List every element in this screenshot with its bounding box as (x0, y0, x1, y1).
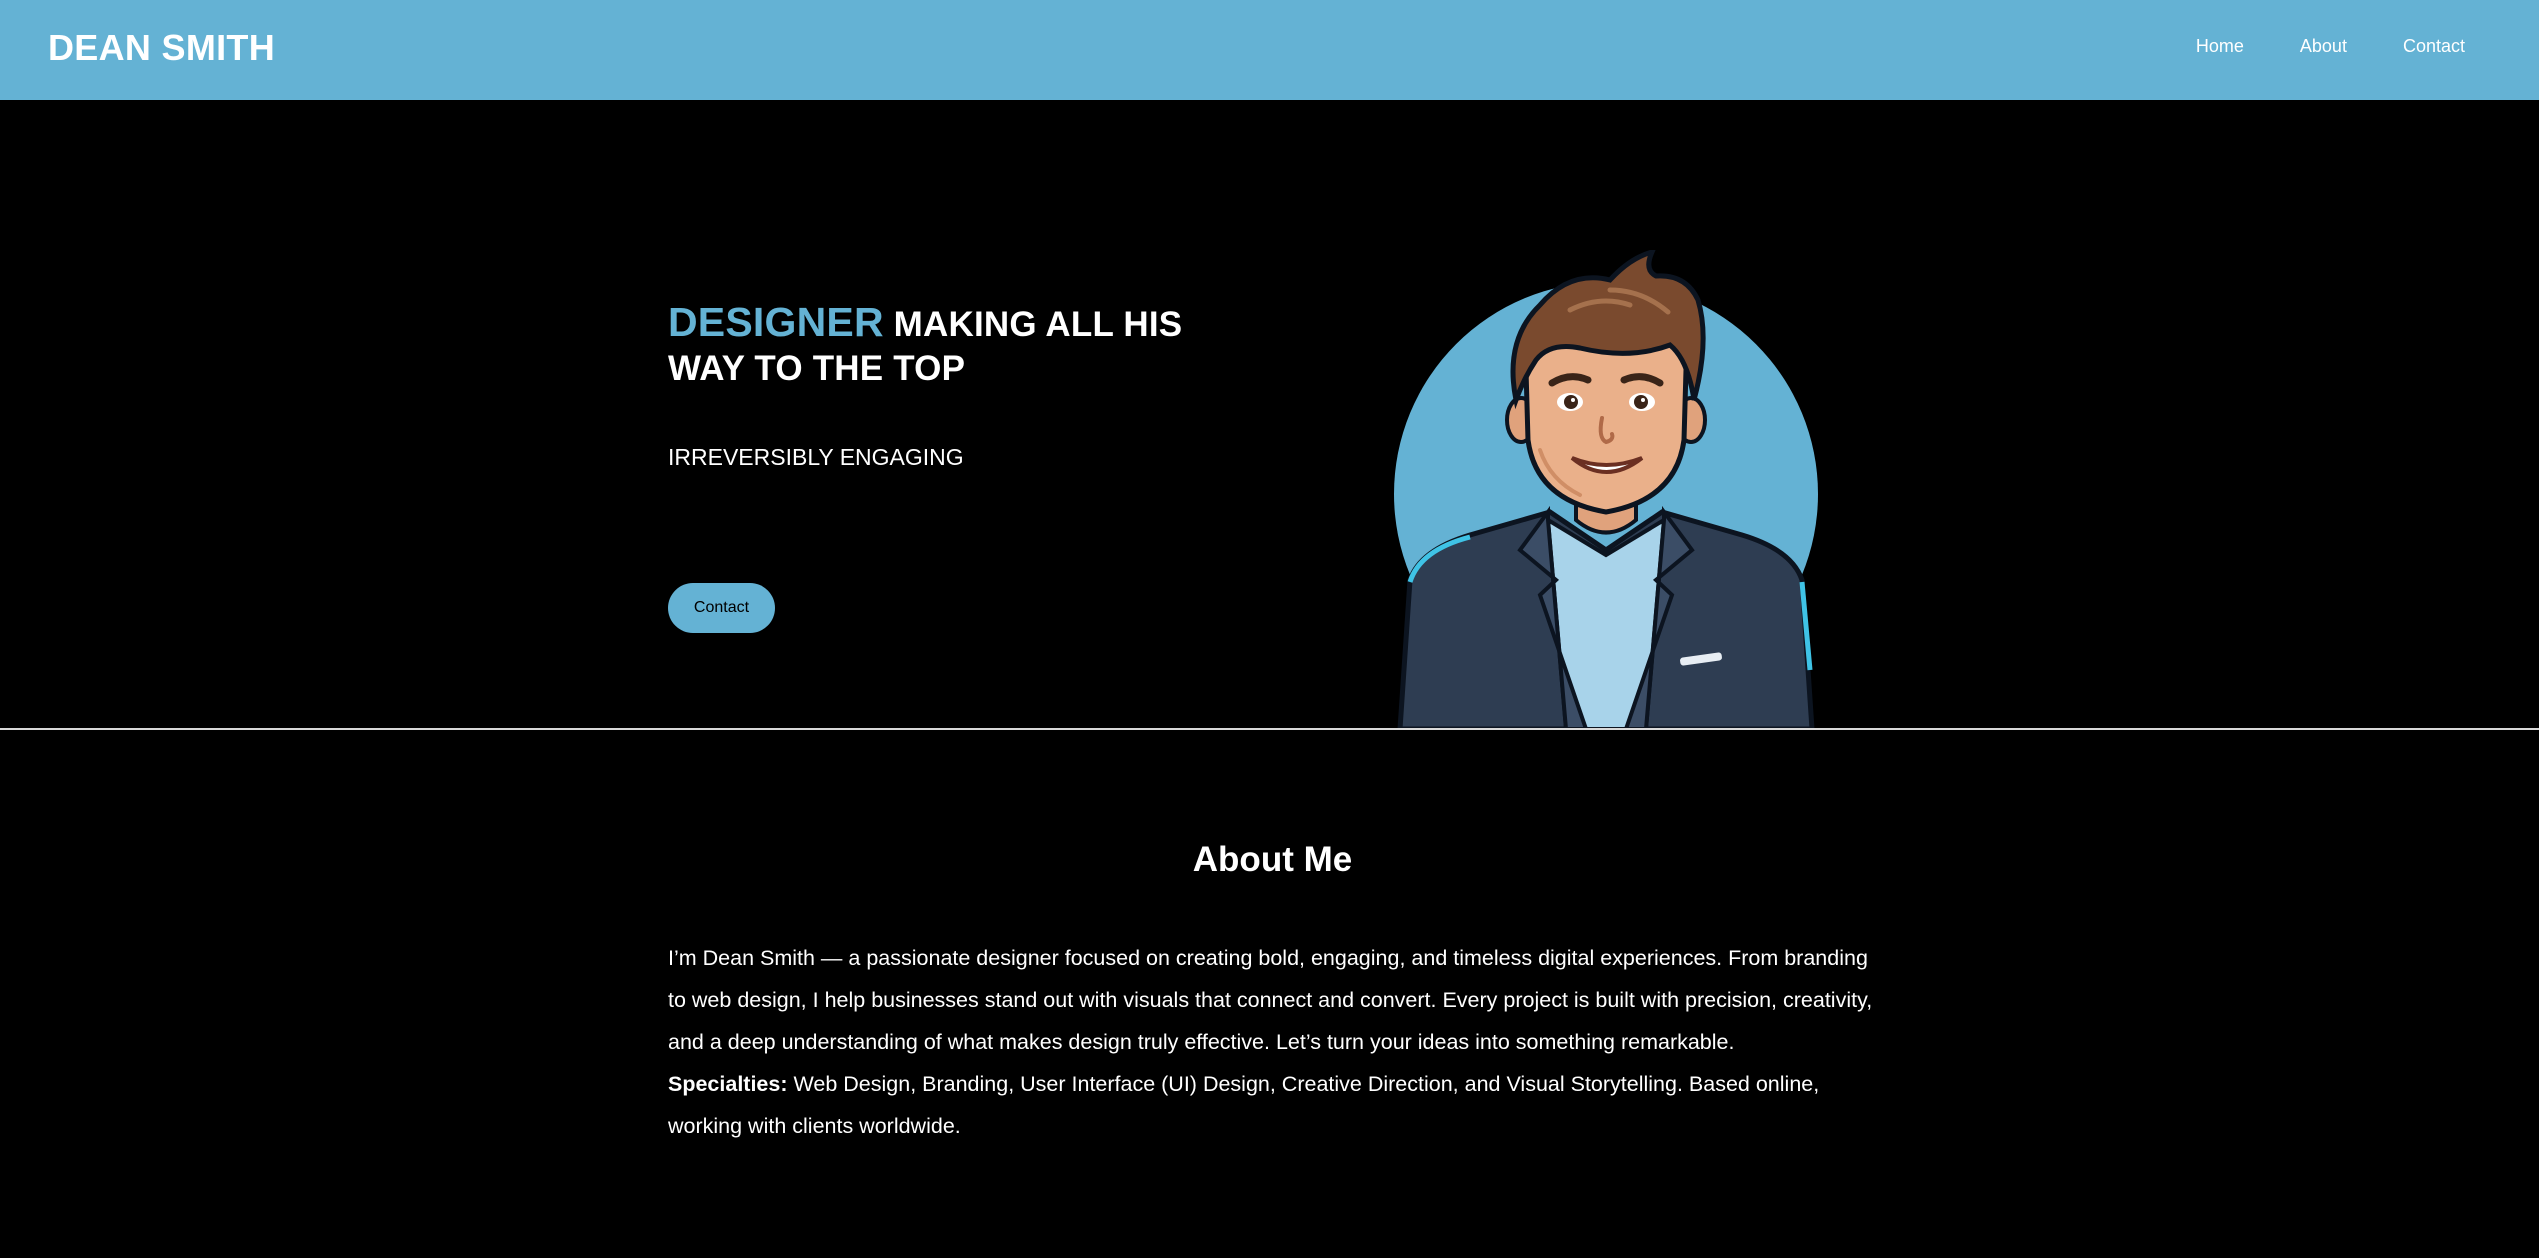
specialties-line: Specialties: Web Design, Branding, User … (668, 1063, 1878, 1147)
about-paragraph: I’m Dean Smith — a passionate designer f… (668, 946, 1873, 1054)
hero-subtitle: IRREVERSIBLY ENGAGING (668, 444, 964, 470)
contact-button[interactable]: Contact (668, 583, 775, 633)
hero-title: DESIGNER MAKING ALL HIS WAY TO THE TOP (668, 300, 1228, 391)
specialties-label: Specialties: (668, 1072, 788, 1096)
avatar (1380, 250, 1840, 729)
hero-section: DESIGNER MAKING ALL HIS WAY TO THE TOP I… (0, 100, 2539, 729)
main-nav: Home About Contact (2196, 33, 2465, 59)
specialties-text: Web Design, Branding, User Interface (UI… (668, 1072, 1820, 1138)
about-text: I’m Dean Smith — a passionate designer f… (668, 937, 1878, 1147)
brand-logo[interactable]: DEAN SMITH (48, 26, 275, 70)
nav-link-home[interactable]: Home (2196, 33, 2244, 59)
about-title: About Me (1192, 840, 1353, 879)
cartoon-man-avatar-icon (1394, 250, 1818, 729)
section-divider (0, 728, 2539, 730)
nav-link-contact[interactable]: Contact (2403, 33, 2465, 59)
hero-title-accent: DESIGNER (668, 299, 884, 345)
nav-link-about[interactable]: About (2300, 33, 2347, 59)
site-header: DEAN SMITH Home About Contact (0, 0, 2539, 100)
